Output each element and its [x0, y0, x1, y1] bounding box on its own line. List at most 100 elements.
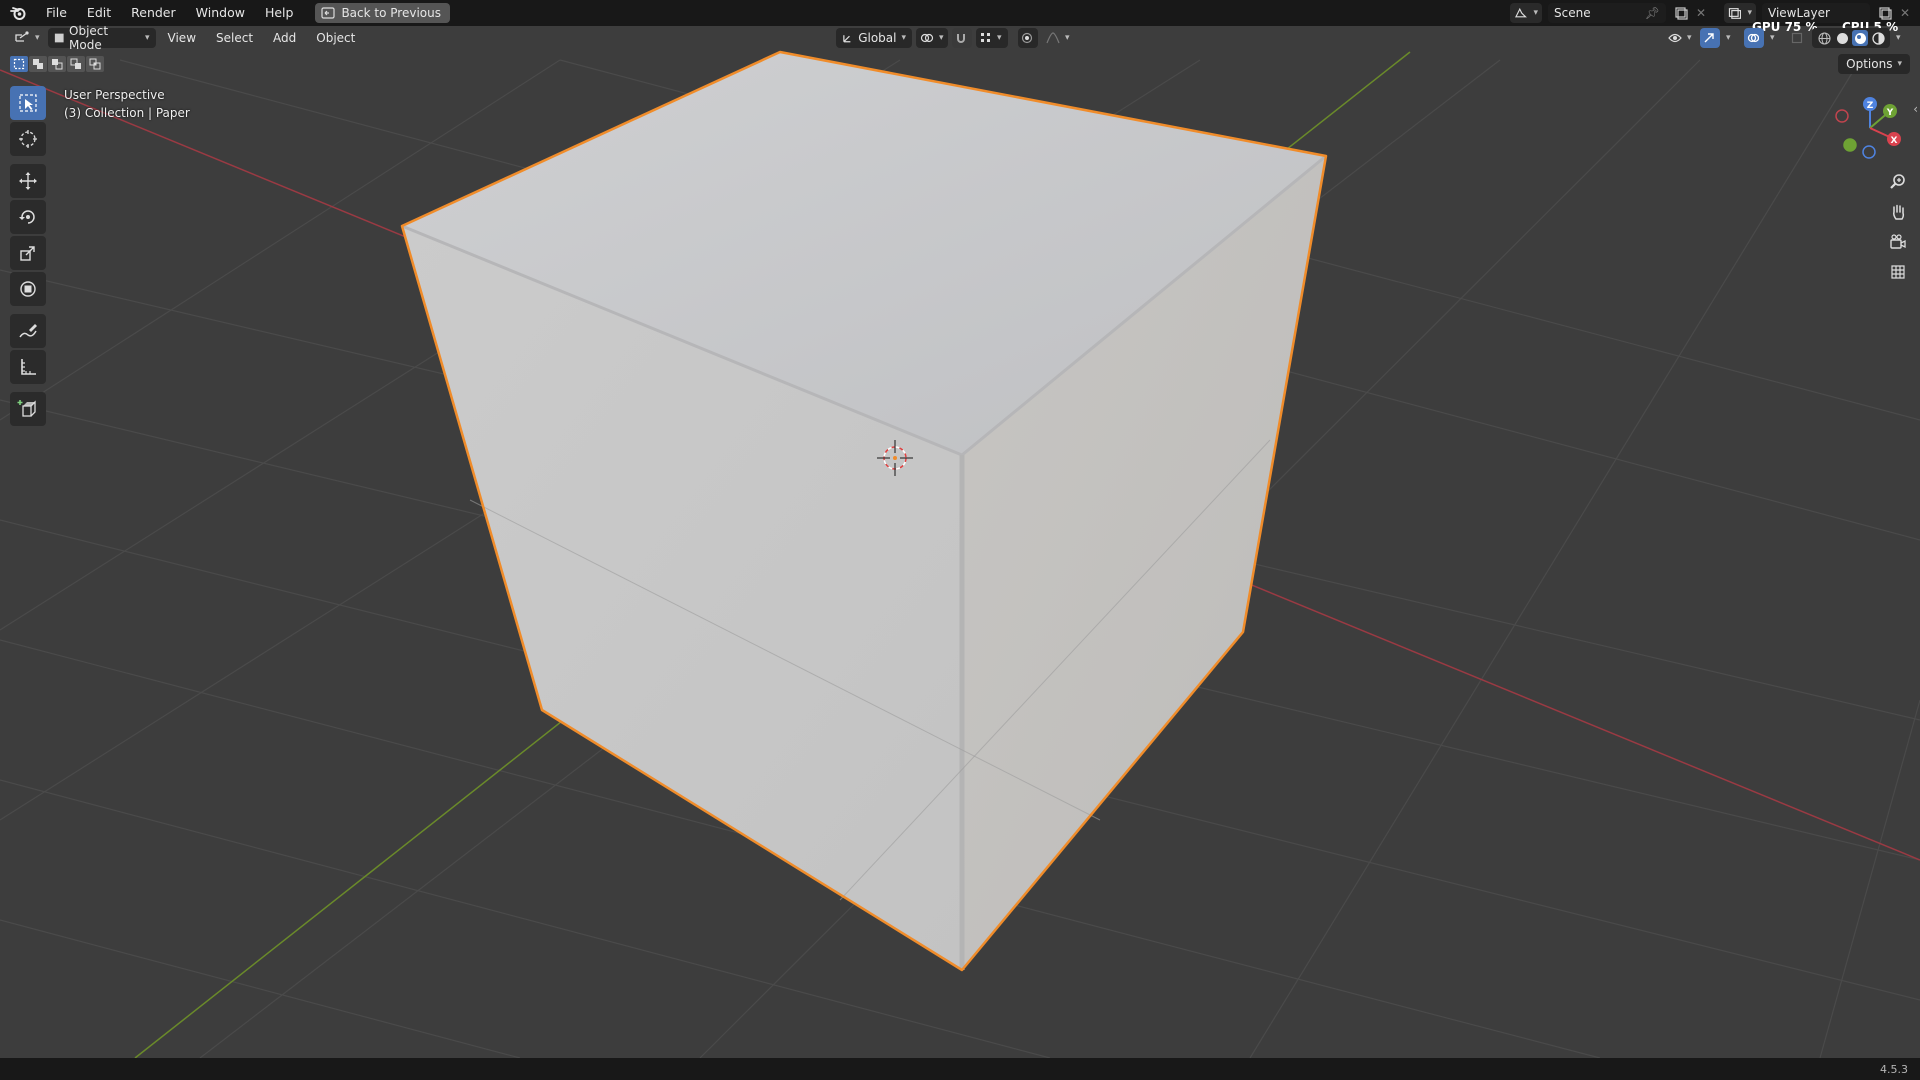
options-label: Options — [1846, 57, 1893, 71]
object-mode-icon — [54, 33, 64, 43]
scene-selector-button[interactable]: ▾ — [1510, 3, 1542, 23]
gizmo-options-dropdown[interactable]: ▾ — [1724, 28, 1740, 48]
camera-view-icon[interactable] — [1884, 230, 1912, 254]
transform-orientation-dropdown[interactable]: Global ▾ — [836, 28, 912, 48]
chevron-down-icon: ▾ — [1897, 59, 1902, 69]
move-icon — [19, 172, 37, 190]
viewport-menu-object[interactable]: Object — [308, 31, 363, 45]
solid-shading-icon[interactable] — [1834, 30, 1850, 46]
show-overlays-toggle[interactable] — [1744, 28, 1764, 48]
delete-scene-icon[interactable]: ✕ — [1696, 6, 1710, 20]
select-invert-icon[interactable] — [67, 56, 85, 72]
select-intersect-icon[interactable] — [86, 56, 104, 72]
rendered-shading-icon[interactable] — [1870, 30, 1886, 46]
menu-window[interactable]: Window — [186, 0, 255, 26]
pivot-point-icon — [920, 33, 934, 43]
magnet-icon — [957, 34, 965, 43]
proportional-editing-toggle[interactable] — [1018, 28, 1038, 48]
snap-increment-icon — [981, 33, 990, 42]
back-to-previous-button[interactable]: Back to Previous — [315, 3, 450, 23]
new-scene-icon[interactable] — [1672, 4, 1690, 22]
navigation-gizmo[interactable]: Z Y X — [1835, 97, 1901, 159]
scale-icon — [20, 246, 35, 261]
select-subtract-icon[interactable] — [48, 56, 66, 72]
viewport-shading-controls: ▾ ▾ ▾ ▾ — [1664, 28, 1910, 48]
rotate-tool[interactable] — [10, 200, 46, 234]
selection-mode-group — [10, 56, 104, 72]
chevron-down-icon: ▾ — [1726, 33, 1731, 43]
add-cube-icon — [17, 400, 36, 417]
active-collection-label: (3) Collection | Paper — [64, 106, 190, 120]
material-preview-shading-icon[interactable] — [1852, 30, 1868, 46]
object-visibility-dropdown[interactable]: ▾ — [1664, 28, 1696, 48]
measure-ruler-icon — [21, 359, 36, 375]
delete-view-layer-icon[interactable]: ✕ — [1900, 6, 1912, 20]
shading-mode-group — [1812, 28, 1890, 48]
gizmo-icon — [1704, 33, 1714, 43]
viewport-menu-add[interactable]: Add — [265, 31, 304, 45]
pivot-point-dropdown[interactable]: ▾ — [916, 28, 948, 48]
annotate-tool[interactable] — [10, 314, 46, 348]
options-dropdown[interactable]: Options ▾ — [1838, 54, 1910, 74]
menu-render[interactable]: Render — [121, 0, 186, 26]
selected-cube[interactable] — [400, 50, 1328, 972]
wireframe-shading-icon[interactable] — [1816, 30, 1832, 46]
shading-options-dropdown[interactable]: ▾ — [1894, 28, 1910, 48]
chevron-down-icon: ▾ — [1533, 8, 1538, 18]
transform-tool[interactable] — [10, 272, 46, 306]
select-box-tool[interactable] — [10, 86, 46, 120]
snap-target-dropdown[interactable]: ▾ — [976, 28, 1008, 48]
editor-type-3d-viewport-icon — [15, 31, 29, 42]
xray-icon — [1791, 32, 1803, 44]
back-button-label: Back to Previous — [341, 6, 441, 20]
eye-icon — [1668, 33, 1682, 43]
gizmo-z-label: Z — [1867, 101, 1874, 111]
cursor-tool[interactable] — [10, 122, 46, 156]
navigation-controls — [1884, 170, 1912, 284]
pan-hand-icon[interactable] — [1884, 200, 1912, 224]
transform-controls: Global ▾ ▾ ▾ ▾ — [836, 28, 1074, 48]
object-mode-dropdown[interactable]: Object Mode ▾ — [47, 24, 156, 52]
zoom-icon[interactable] — [1884, 170, 1912, 194]
scene-icon — [1514, 7, 1527, 18]
snap-toggle-button[interactable] — [952, 28, 972, 48]
proportional-editing-icon — [1021, 32, 1033, 44]
chevron-down-icon: ▾ — [1896, 33, 1901, 43]
add-cube-tool[interactable] — [10, 392, 46, 426]
scale-tool[interactable] — [10, 236, 46, 270]
viewport-canvas[interactable]: Z Y X — [0, 0, 1920, 1080]
view-layer-name: ViewLayer — [1768, 6, 1830, 20]
sidebar-expand-icon[interactable]: ‹ — [1913, 102, 1918, 116]
falloff-curve-icon — [1046, 32, 1060, 44]
tool-shelf — [10, 86, 46, 426]
move-tool[interactable] — [10, 164, 46, 198]
overlays-options-dropdown[interactable]: ▾ — [1768, 28, 1784, 48]
top-menubar: File Edit Render Window Help Back to Pre… — [0, 0, 1920, 26]
chevron-down-icon: ▾ — [35, 33, 40, 43]
overlays-icon — [1747, 33, 1759, 43]
proportional-falloff-dropdown[interactable]: ▾ — [1042, 28, 1074, 48]
blender-logo-icon[interactable] — [8, 3, 28, 23]
editor-type-button[interactable]: ▾ — [10, 28, 44, 48]
annotate-pencil-icon — [19, 324, 37, 338]
pin-icon[interactable]: 📌︎ — [1645, 6, 1660, 20]
menu-help[interactable]: Help — [255, 0, 304, 26]
cursor-icon — [19, 130, 37, 148]
viewport-info-overlay: User Perspective (3) Collection | Paper — [64, 86, 190, 122]
select-extend-icon[interactable] — [29, 56, 47, 72]
chevron-down-icon: ▾ — [1747, 8, 1752, 18]
chevron-down-icon: ▾ — [997, 33, 1002, 43]
scene-name-field[interactable]: Scene 📌︎ — [1548, 3, 1666, 23]
gizmo-y-label: Y — [1886, 108, 1894, 118]
xray-toggle[interactable] — [1788, 28, 1808, 48]
status-bar: 4.5.3 — [0, 1058, 1920, 1080]
menu-file[interactable]: File — [36, 0, 77, 26]
view-perspective-label: User Perspective — [64, 88, 165, 102]
show-gizmo-toggle[interactable] — [1700, 28, 1720, 48]
measure-tool[interactable] — [10, 350, 46, 384]
menu-edit[interactable]: Edit — [77, 0, 121, 26]
select-new-icon[interactable] — [10, 56, 28, 72]
perspective-toggle-grid-icon[interactable] — [1884, 260, 1912, 284]
viewport-menu-select[interactable]: Select — [208, 31, 261, 45]
viewport-menu-view[interactable]: View — [160, 31, 204, 45]
